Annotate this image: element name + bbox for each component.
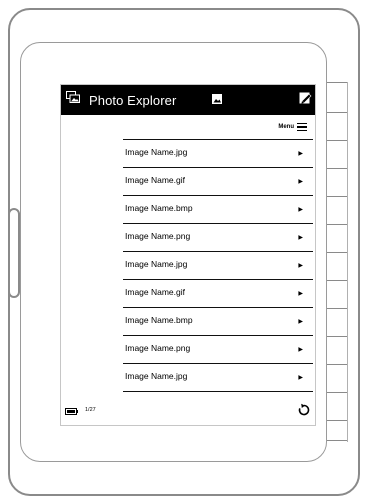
file-name: Image Name.jpg [125,259,188,269]
page-indicator: 1/27 [85,407,96,413]
menu-button[interactable]: Menu [278,121,307,133]
triangle-right-icon: ▶ [298,151,303,157]
image-icon[interactable] [211,93,223,105]
triangle-right-icon: ▶ [298,347,303,353]
right-edge-buttons [327,82,347,442]
file-name: Image Name.png [125,343,191,353]
menu-label: Menu [278,124,294,130]
device-screen: Photo Explorer Menu Image Name.jpg ▶ Ima… [60,84,316,426]
list-item[interactable]: Image Name.gif ▶ [123,167,313,195]
list-item[interactable]: Image Name.jpg ▶ [123,139,313,167]
list-item[interactable]: Image Name.jpg ▶ [123,251,313,279]
app-title: Photo Explorer [89,93,177,108]
file-name: Image Name.jpg [125,147,188,157]
battery-icon [65,408,78,415]
right-rail [347,82,348,442]
triangle-right-icon: ▶ [298,291,303,297]
file-name: Image Name.bmp [125,315,193,325]
photo-album-icon [66,91,80,103]
file-name: Image Name.png [125,231,191,241]
triangle-right-icon: ▶ [298,375,303,381]
file-name: Image Name.jpg [125,371,188,381]
edit-icon[interactable] [299,91,312,104]
file-name: Image Name.gif [125,175,185,185]
refresh-icon[interactable] [297,403,311,417]
list-item[interactable]: Image Name.bmp ▶ [123,307,313,335]
list-item[interactable]: Image Name.png ▶ [123,223,313,251]
title-bar: Photo Explorer [61,85,315,115]
file-name: Image Name.bmp [125,203,193,213]
side-page-button[interactable] [8,208,20,298]
hamburger-menu-icon [297,122,307,132]
list-item[interactable]: Image Name.jpg ▶ [123,363,313,391]
triangle-right-icon: ▶ [298,235,303,241]
triangle-right-icon: ▶ [298,179,303,185]
triangle-right-icon: ▶ [298,263,303,269]
list-item[interactable]: Image Name.gif ▶ [123,279,313,307]
list-item[interactable]: Image Name.png ▶ [123,335,313,363]
list-divider [123,391,313,392]
triangle-right-icon: ▶ [298,207,303,213]
list-item[interactable]: Image Name.bmp ▶ [123,195,313,223]
file-name: Image Name.gif [125,287,185,297]
triangle-right-icon: ▶ [298,319,303,325]
